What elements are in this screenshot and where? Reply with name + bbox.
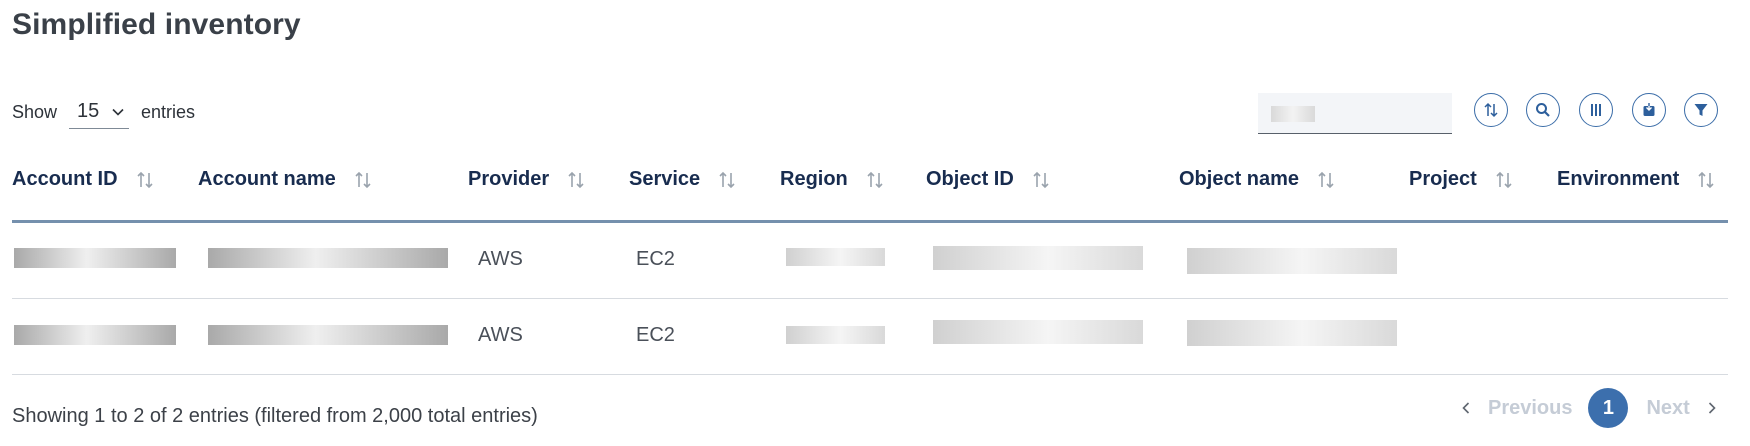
chevron-left-icon	[1462, 402, 1470, 414]
sort-toggle-button[interactable]	[1474, 93, 1508, 127]
column-label: Account ID	[12, 168, 118, 190]
cell-provider: AWS	[478, 248, 523, 270]
columns-icon	[1591, 104, 1601, 116]
column-label: Project	[1409, 168, 1477, 190]
filter-icon	[1694, 104, 1708, 116]
redacted-account-name	[208, 248, 448, 268]
sort-icon	[568, 171, 584, 188]
redacted-account-id	[14, 248, 176, 268]
column-label: Provider	[468, 168, 550, 190]
sort-icon	[1033, 171, 1049, 188]
previous-button[interactable]: Previous	[1488, 397, 1572, 420]
column-header-service[interactable]: Service	[629, 168, 738, 191]
redacted-region	[786, 248, 885, 266]
sort-icon	[867, 171, 883, 188]
column-header-project[interactable]: Project	[1409, 168, 1515, 191]
column-header-environment[interactable]: Environment	[1557, 168, 1717, 191]
sort-arrows-icon	[1484, 102, 1498, 118]
export-icon	[1643, 103, 1655, 116]
sort-icon	[136, 171, 153, 188]
column-label: Region	[780, 168, 848, 190]
page-length-value: 15	[77, 100, 100, 122]
cell-service: EC2	[636, 248, 675, 270]
column-label: Service	[629, 168, 701, 190]
column-header-object-name[interactable]: Object name	[1179, 168, 1337, 191]
columns-button[interactable]	[1579, 93, 1613, 127]
sort-icon	[1318, 171, 1334, 188]
column-header-region[interactable]: Region	[780, 168, 886, 191]
chevron-right-icon	[1708, 402, 1716, 414]
filter-button[interactable]	[1684, 93, 1718, 127]
search-button[interactable]	[1526, 93, 1560, 127]
redacted-object-id	[933, 320, 1143, 344]
sort-icon	[1698, 171, 1714, 188]
redacted-object-id	[933, 246, 1143, 270]
page-title: Simplified inventory	[12, 8, 301, 41]
table-info: Showing 1 to 2 of 2 entries (filtered fr…	[12, 405, 538, 427]
chevron-down-icon	[112, 108, 124, 116]
table-row[interactable]: AWS EC2	[12, 223, 1728, 299]
column-header-provider[interactable]: Provider	[468, 168, 587, 191]
cell-provider: AWS	[478, 324, 523, 346]
show-label: Show	[12, 101, 58, 122]
column-header-object-id[interactable]: Object ID	[926, 168, 1052, 191]
redacted-object-name	[1187, 320, 1397, 346]
page-button-1[interactable]: 1	[1588, 388, 1629, 428]
search-icon	[1536, 103, 1550, 117]
column-label: Environment	[1557, 168, 1680, 190]
pagination: Previous 1 Next	[1458, 388, 1720, 428]
redacted-region	[786, 326, 885, 344]
inventory-page: Simplified inventory Show 15 entries Acc…	[0, 0, 1750, 446]
redacted-search-text	[1271, 106, 1315, 122]
redacted-account-id	[14, 325, 176, 345]
page-length-control: Show 15 entries	[12, 94, 195, 130]
export-button[interactable]	[1632, 93, 1666, 127]
redacted-object-name	[1187, 248, 1397, 274]
search-input[interactable]	[1258, 93, 1452, 134]
table-header: Account ID Account name Provider Service…	[12, 150, 1728, 223]
sort-icon	[355, 171, 371, 188]
entries-label: entries	[141, 101, 196, 122]
inventory-table: Account ID Account name Provider Service…	[12, 150, 1728, 375]
sort-icon	[719, 171, 735, 188]
column-label: Object name	[1179, 168, 1300, 190]
column-header-account-name[interactable]: Account name	[198, 168, 374, 191]
page-length-select[interactable]: 15	[69, 95, 130, 129]
column-label: Account name	[198, 168, 336, 190]
sort-icon	[1496, 171, 1512, 188]
column-header-account-id[interactable]: Account ID	[12, 168, 156, 191]
column-label: Object ID	[926, 168, 1014, 190]
redacted-account-name	[208, 325, 448, 345]
table-row[interactable]: AWS EC2	[12, 299, 1728, 375]
next-button[interactable]: Next	[1646, 397, 1689, 420]
cell-service: EC2	[636, 324, 675, 346]
